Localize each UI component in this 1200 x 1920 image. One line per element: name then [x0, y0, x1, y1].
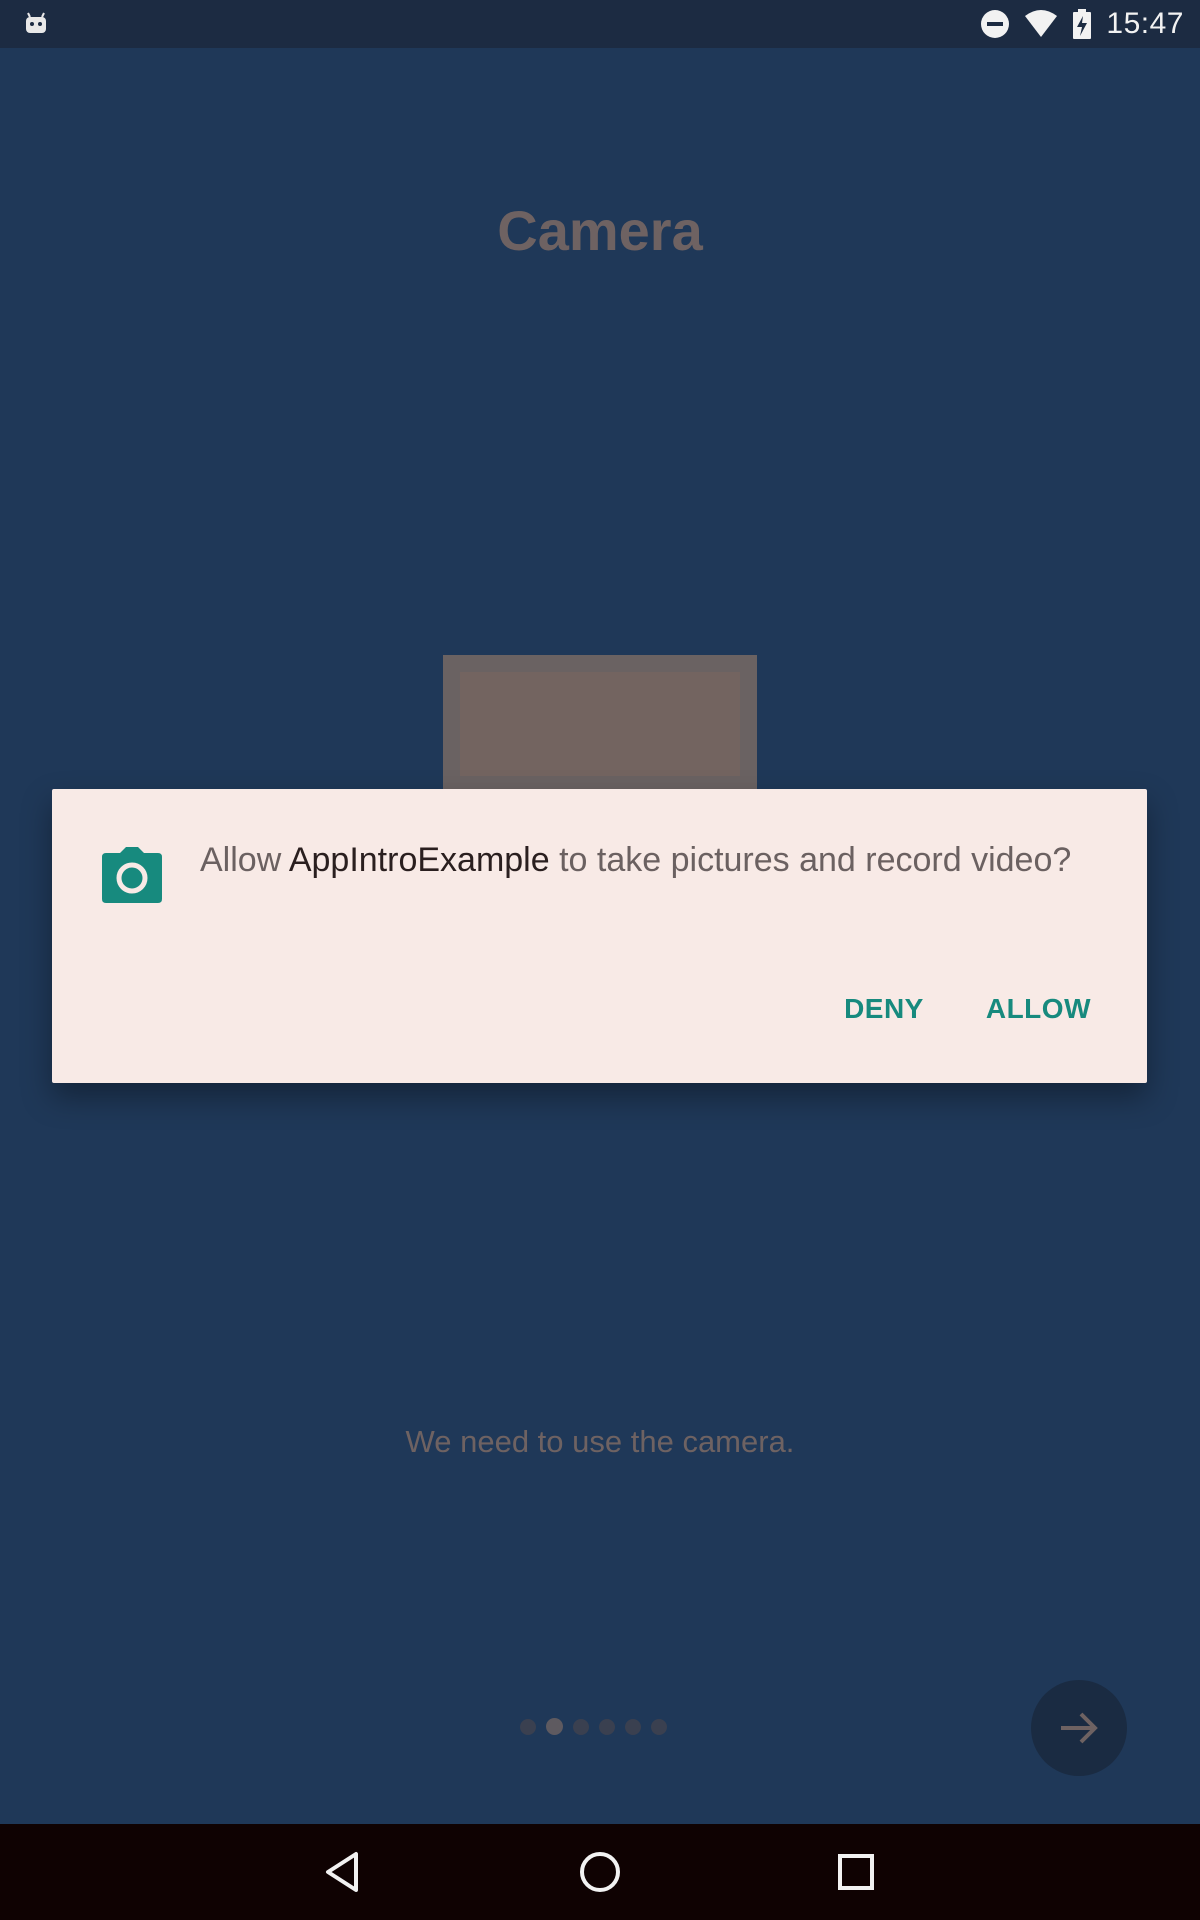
pager-dot [599, 1718, 615, 1735]
dialog-message: Allow AppIntroExample to take pictures a… [200, 839, 1080, 882]
pager-dot [625, 1718, 641, 1735]
message-prefix: Allow [200, 841, 289, 879]
deny-button[interactable]: DENY [826, 985, 942, 1033]
pager-indicator [520, 1718, 667, 1735]
arrow-right-icon [1061, 1712, 1098, 1744]
permission-dialog: Allow AppIntroExample to take pictures a… [52, 789, 1147, 1083]
home-icon[interactable] [576, 1848, 624, 1896]
message-suffix: to take pictures and record video? [549, 841, 1072, 879]
status-bar: 15:47 [0, 0, 1200, 48]
wifi-icon [1024, 10, 1058, 38]
status-icons: 15:47 [980, 0, 1184, 48]
page-title: Camera [497, 199, 703, 262]
dialog-actions: DENY ALLOW [826, 985, 1109, 1033]
pager-dot [573, 1718, 589, 1735]
app-name: AppIntroExample [288, 841, 550, 879]
next-button[interactable] [1031, 1680, 1127, 1776]
allow-button[interactable]: ALLOW [968, 985, 1109, 1033]
battery-charging-icon [1072, 9, 1092, 39]
android-debug-icon [24, 12, 48, 36]
recents-icon[interactable] [832, 1848, 880, 1896]
pager-dot [651, 1718, 667, 1735]
camera-icon [100, 847, 164, 905]
status-time: 15:47 [1106, 7, 1184, 40]
back-icon[interactable] [320, 1848, 368, 1896]
do-not-disturb-icon [980, 9, 1010, 39]
page-description: We need to use the camera. [405, 1424, 795, 1459]
pager-dot-active [546, 1718, 563, 1735]
navigation-bar [0, 1824, 1200, 1920]
pager-dot [520, 1718, 536, 1735]
illustration-inner [460, 672, 740, 776]
